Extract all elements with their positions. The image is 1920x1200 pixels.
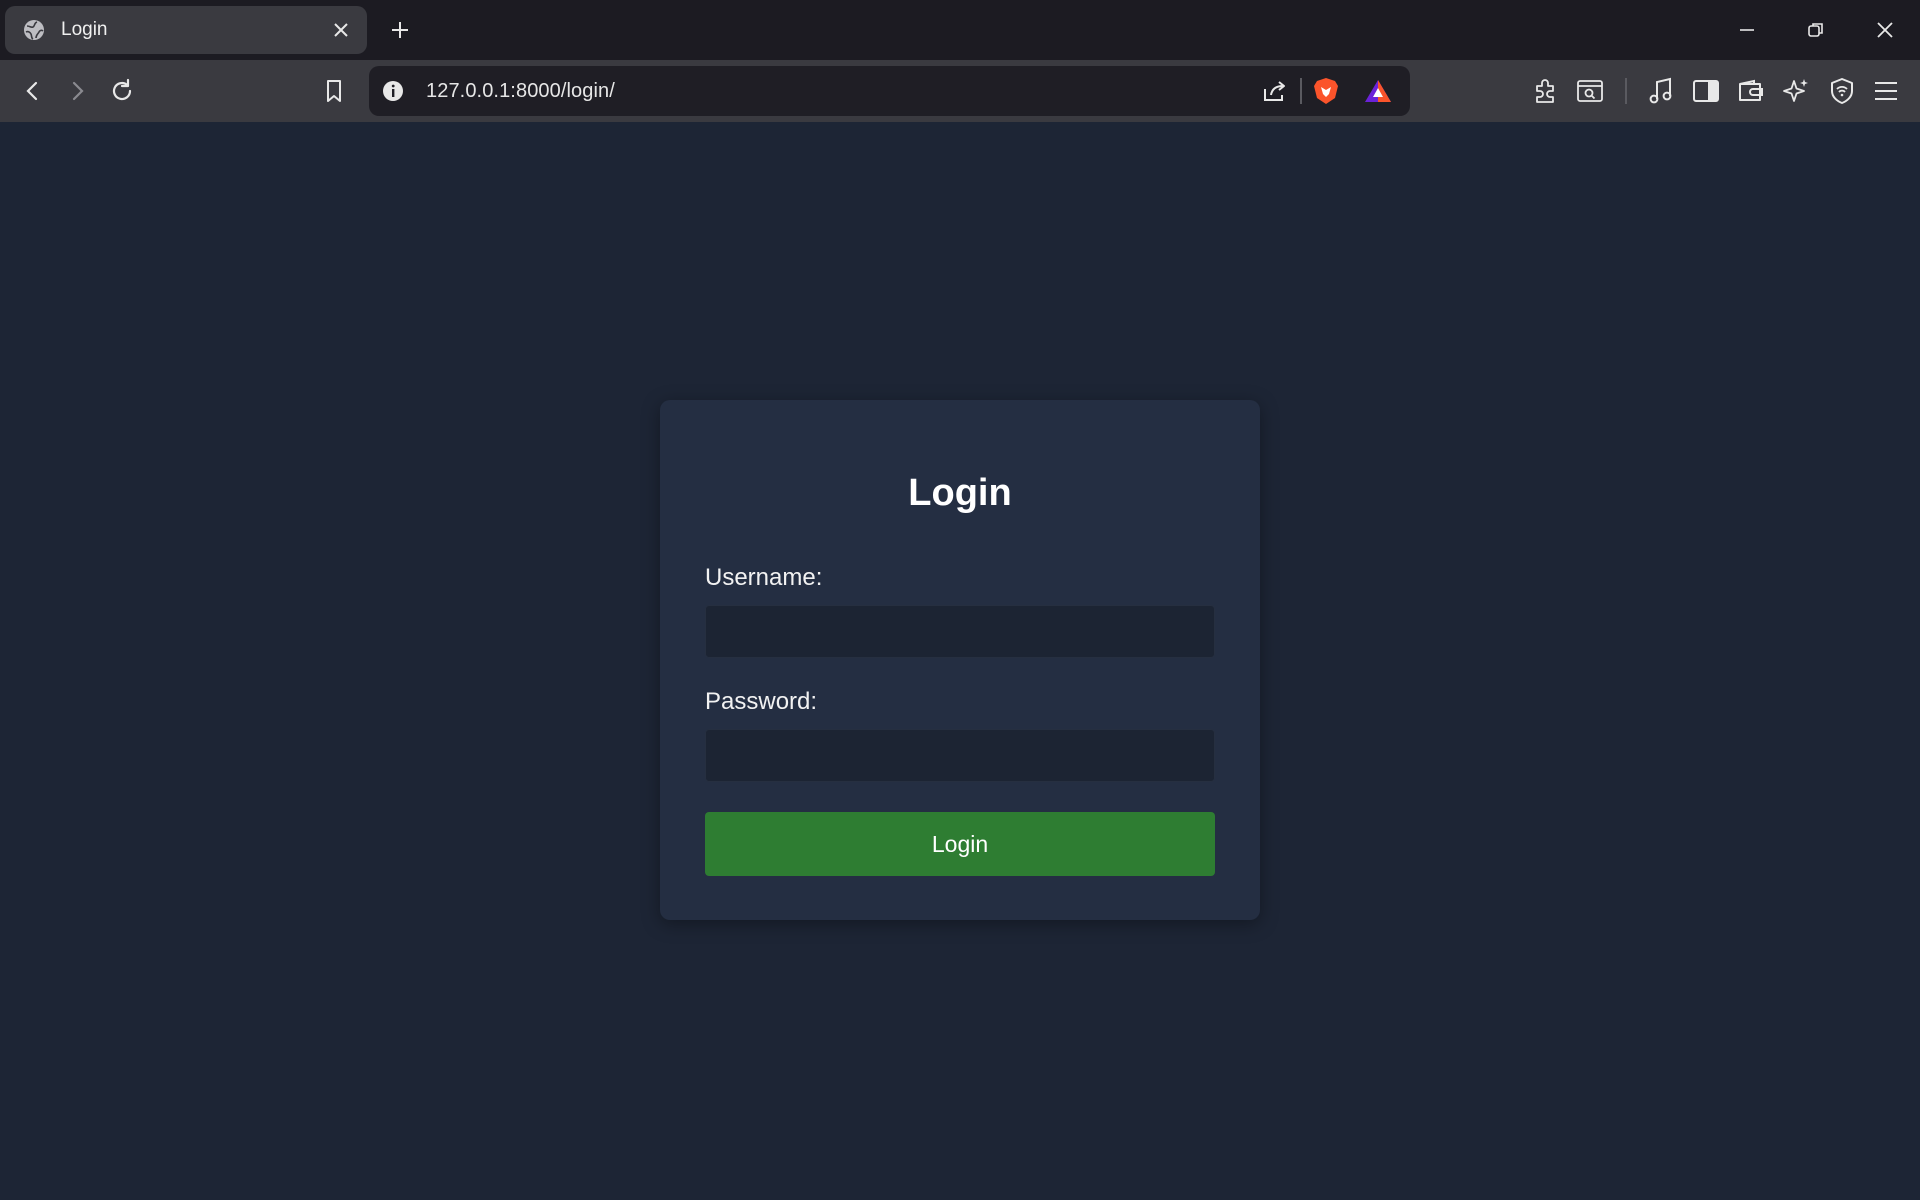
menu-icon[interactable] bbox=[1869, 74, 1903, 108]
tab-title: Login bbox=[61, 19, 108, 40]
brave-shields-icon[interactable] bbox=[1312, 77, 1340, 105]
address-bar[interactable]: 127.0.0.1:8000/login/ bbox=[369, 66, 1410, 116]
url-text[interactable]: 127.0.0.1:8000/login/ bbox=[426, 80, 615, 103]
back-button[interactable] bbox=[16, 74, 50, 108]
password-label: Password: bbox=[705, 688, 818, 715]
wallet-icon[interactable] bbox=[1734, 74, 1768, 108]
page-title: Login bbox=[908, 472, 1012, 514]
tab-login[interactable]: Login bbox=[5, 6, 367, 54]
vpn-shield-icon[interactable] bbox=[1825, 74, 1859, 108]
share-icon[interactable] bbox=[1261, 77, 1289, 105]
bookmark-icon[interactable] bbox=[317, 74, 351, 108]
forward-button[interactable] bbox=[60, 74, 94, 108]
minimize-button[interactable] bbox=[1727, 10, 1767, 50]
reload-button[interactable] bbox=[105, 74, 139, 108]
media-music-icon[interactable] bbox=[1644, 74, 1678, 108]
reader-search-icon[interactable] bbox=[1573, 74, 1607, 108]
site-info-icon[interactable] bbox=[382, 80, 404, 102]
leo-ai-icon[interactable] bbox=[1779, 74, 1813, 108]
username-input[interactable] bbox=[705, 605, 1215, 658]
new-tab-button[interactable] bbox=[386, 16, 414, 44]
restore-button[interactable] bbox=[1796, 10, 1836, 50]
toolbar-divider bbox=[1625, 78, 1627, 104]
omnibox-divider bbox=[1300, 78, 1302, 104]
extensions-icon[interactable] bbox=[1528, 74, 1562, 108]
brave-rewards-icon[interactable] bbox=[1364, 77, 1392, 105]
password-input[interactable] bbox=[705, 729, 1215, 782]
login-card: Login Username: Password: Login bbox=[660, 400, 1260, 920]
username-label: Username: bbox=[705, 564, 823, 591]
close-window-button[interactable] bbox=[1865, 10, 1905, 50]
sidebar-icon[interactable] bbox=[1689, 74, 1723, 108]
tab-strip: Login bbox=[0, 0, 1920, 60]
globe-icon bbox=[23, 19, 45, 41]
browser-toolbar: 127.0.0.1:8000/login/ bbox=[0, 60, 1920, 122]
login-button[interactable]: Login bbox=[705, 812, 1215, 876]
close-tab-icon[interactable] bbox=[329, 18, 353, 42]
